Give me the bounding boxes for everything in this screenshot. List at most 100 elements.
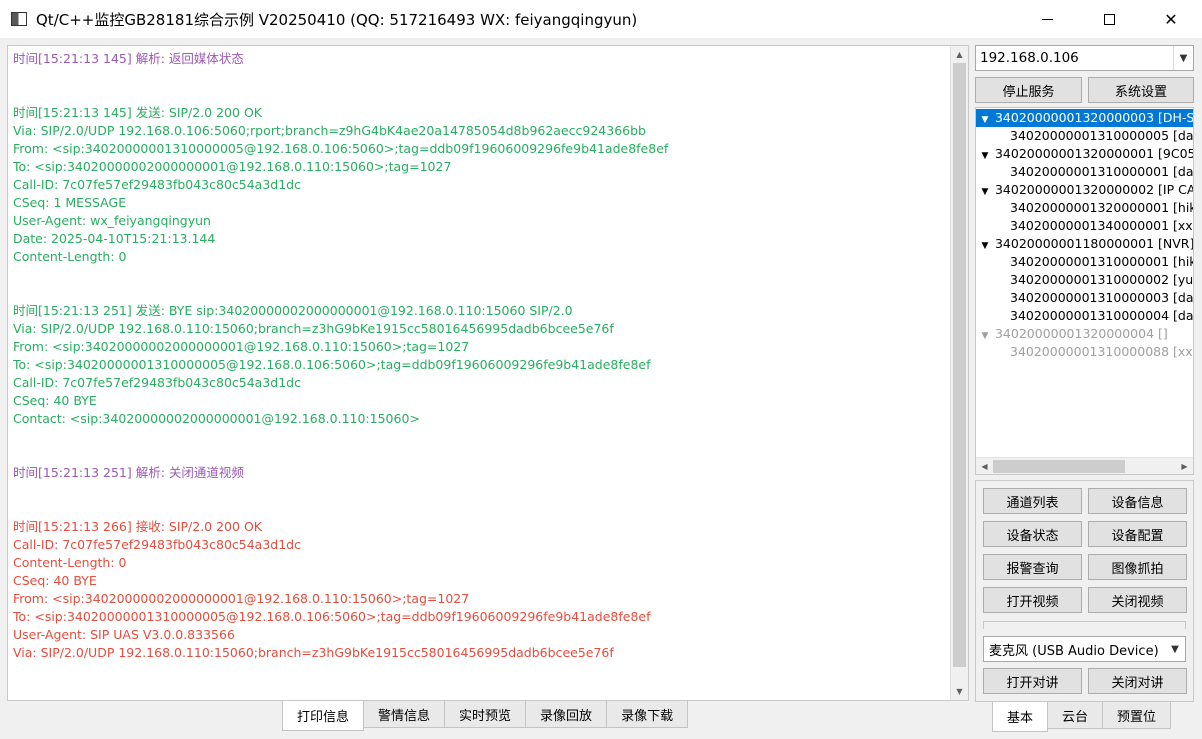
tree-horizontal-scrollbar[interactable]: ◀ ▶ (976, 457, 1193, 474)
device-config-button[interactable]: 设备配置 (1088, 521, 1187, 547)
close-button[interactable]: ✕ (1140, 0, 1202, 38)
log-line: Date: 2025-04-10T15:21:13.144 (13, 231, 216, 246)
log-line: To: <sip:34020000001310000005@192.168.0.… (13, 357, 651, 372)
tree-node-label: 34020000001320000001 [9C050 (994, 146, 1194, 161)
main-tab-bar: 打印信息 警情信息 实时预览 录像回放 录像下载 (282, 701, 689, 731)
tree-node-channel[interactable]: 34020000001320000001 [hika (976, 199, 1194, 217)
log-line: From: <sip:34020000002000000001@192.168.… (13, 591, 470, 606)
scroll-left-arrow-icon[interactable]: ◀ (976, 458, 993, 474)
tree-node-channel[interactable]: 34020000001310000004 [dah (976, 307, 1194, 325)
tree-node-label: 34020000001310000088 [xxx] (1010, 344, 1194, 359)
maximize-button[interactable] (1078, 0, 1140, 38)
log-line: User-Agent: SIP UAS V3.0.0.833566 (13, 627, 235, 642)
channel-list-button[interactable]: 通道列表 (983, 488, 1082, 514)
scroll-down-arrow-icon[interactable]: ▼ (951, 683, 968, 700)
tree-node-channel[interactable]: 34020000001310000001 [dah (976, 163, 1193, 181)
tree-node-channel[interactable]: 34020000001310000002 [yush (976, 271, 1193, 289)
tree-node-device[interactable]: ▼ 34020000001180000001 [NVR] (976, 235, 1193, 253)
device-info-button[interactable]: 设备信息 (1088, 488, 1187, 514)
tree-node-device[interactable]: ▼ 34020000001320000001 [9C050 (976, 145, 1194, 163)
close-talk-button[interactable]: 关闭对讲 (1088, 668, 1187, 694)
maximize-icon (1103, 13, 1115, 25)
log-text-area[interactable]: 时间[15:21:13 145] 解析: 返回媒体状态时间[15:21:13 1… (8, 46, 950, 700)
window-title: Qt/C++监控GB28181综合示例 V20250410 (QQ: 51721… (36, 10, 638, 29)
tree-expand-arrow-icon[interactable]: ▼ (979, 237, 991, 253)
device-status-button[interactable]: 设备状态 (983, 521, 1082, 547)
tree-node-channel[interactable]: 34020000001310000003 [dah (976, 289, 1194, 307)
tree-node-channel[interactable]: 34020000001310000005 [dah (976, 127, 1193, 145)
tree-node-label: 34020000001320000002 [IP CAM (994, 182, 1194, 197)
tab-basic[interactable]: 基本 (992, 702, 1049, 732)
window-controls: ✕ (1016, 0, 1202, 38)
log-line: 时间[15:21:13 251] 解析: 关闭通道视频 (13, 465, 244, 480)
device-tree[interactable]: ▼ 34020000001320000003 [DH-SH 34020000001… (975, 107, 1194, 475)
log-line: CSeq: 40 BYE (13, 393, 97, 408)
log-line: Via: SIP/2.0/UDP 192.168.0.110:15060;bra… (13, 645, 614, 660)
chevron-down-icon[interactable]: ▼ (1165, 637, 1185, 661)
tab-preset[interactable]: 预置位 (1102, 702, 1172, 729)
minimize-button[interactable] (1016, 0, 1078, 38)
close-video-button[interactable]: 关闭视频 (1088, 587, 1187, 613)
tab-ptz[interactable]: 云台 (1047, 702, 1104, 729)
log-panel[interactable]: 时间[15:21:13 145] 解析: 返回媒体状态时间[15:21:13 1… (7, 45, 969, 701)
tree-expand-arrow-icon[interactable]: ▼ (979, 327, 991, 343)
microphone-value: 麦克风 (USB Audio Device) (989, 643, 1159, 659)
tree-node-label: 34020000001320000004 [] (994, 326, 1168, 341)
close-icon: ✕ (1164, 9, 1178, 29)
snapshot-button[interactable]: 图像抓拍 (1088, 554, 1187, 580)
tree-expand-arrow-icon[interactable]: ▼ (979, 183, 991, 199)
log-line: To: <sip:34020000001310000005@192.168.0.… (13, 609, 651, 624)
tab-live-preview[interactable]: 实时预览 (444, 701, 527, 728)
log-line: Content-Length: 0 (13, 249, 127, 264)
tree-expand-arrow-icon[interactable]: ▼ (979, 111, 991, 127)
chevron-down-icon[interactable]: ▼ (1173, 46, 1193, 70)
log-line: From: <sip:34020000002000000001@192.168.… (13, 339, 470, 354)
log-vertical-scrollbar[interactable]: ▲ ▼ (950, 46, 968, 700)
alarm-query-button[interactable]: 报警查询 (983, 554, 1082, 580)
open-talk-button[interactable]: 打开对讲 (983, 668, 1082, 694)
tree-node-channel[interactable]: 34020000001310000088 [xxx] (976, 343, 1194, 361)
log-line: Contact: <sip:34020000002000000001@192.1… (13, 411, 420, 426)
log-line: Call-ID: 7c07fe57ef29483fb043c80c54a3d1d… (13, 537, 301, 552)
tree-expand-arrow-icon[interactable]: ▼ (979, 147, 991, 163)
log-line: Via: SIP/2.0/UDP 192.168.0.106:5060;rpor… (13, 123, 646, 138)
log-line: 时间[15:21:13 251] 发送: BYE sip:34020000002… (13, 303, 573, 318)
tree-node-label: 34020000001310000004 [dah (1010, 308, 1194, 323)
tree-node-label: 34020000001340000001 [xxx] (1010, 218, 1194, 233)
ip-address-value: 192.168.0.106 (980, 50, 1079, 66)
tree-node-label: 34020000001310000001 [hika (1010, 254, 1194, 269)
control-tab-bar: 基本 云台 预置位 (992, 702, 1172, 732)
stop-service-button[interactable]: 停止服务 (975, 77, 1082, 103)
log-line: User-Agent: wx_feiyangqingyun (13, 213, 211, 228)
tree-node-channel[interactable]: 34020000001340000001 [xxx] (976, 217, 1194, 235)
tree-node-device[interactable]: ▼ 34020000001320000003 [DH-SH (976, 109, 1193, 127)
tree-node-label: 34020000001320000001 [hika (1010, 200, 1194, 215)
log-line: 时间[15:21:13 145] 解析: 返回媒体状态 (13, 51, 244, 66)
open-video-button[interactable]: 打开视频 (983, 587, 1082, 613)
tab-print-info[interactable]: 打印信息 (282, 701, 365, 731)
system-settings-button[interactable]: 系统设置 (1088, 77, 1194, 103)
tree-node-device[interactable]: ▼ 34020000001320000004 [] (976, 325, 1193, 343)
minimize-icon (1041, 18, 1053, 20)
log-line: Content-Length: 0 (13, 555, 127, 570)
tree-node-channel[interactable]: 34020000001310000001 [hika (976, 253, 1194, 271)
scroll-thumb[interactable] (953, 63, 966, 667)
tree-scroll-thumb[interactable] (993, 460, 1125, 473)
tree-node-device[interactable]: ▼ 34020000001320000002 [IP CAM (976, 181, 1194, 199)
microphone-select[interactable]: 麦克风 (USB Audio Device) ▼ (983, 636, 1186, 662)
tab-record-download[interactable]: 录像下载 (606, 701, 689, 728)
scroll-right-arrow-icon[interactable]: ▶ (1176, 458, 1193, 474)
scroll-up-arrow-icon[interactable]: ▲ (951, 46, 968, 63)
tab-alarm-info[interactable]: 警情信息 (363, 701, 446, 728)
tree-node-label: 34020000001310000003 [dah (1010, 290, 1194, 305)
tab-record-playback[interactable]: 录像回放 (525, 701, 608, 728)
log-line: 时间[15:21:13 145] 发送: SIP/2.0 200 OK (13, 105, 262, 120)
title-bar: Qt/C++监控GB28181综合示例 V20250410 (QQ: 51721… (0, 0, 1202, 38)
ip-address-select[interactable]: 192.168.0.106 ▼ (975, 45, 1194, 71)
